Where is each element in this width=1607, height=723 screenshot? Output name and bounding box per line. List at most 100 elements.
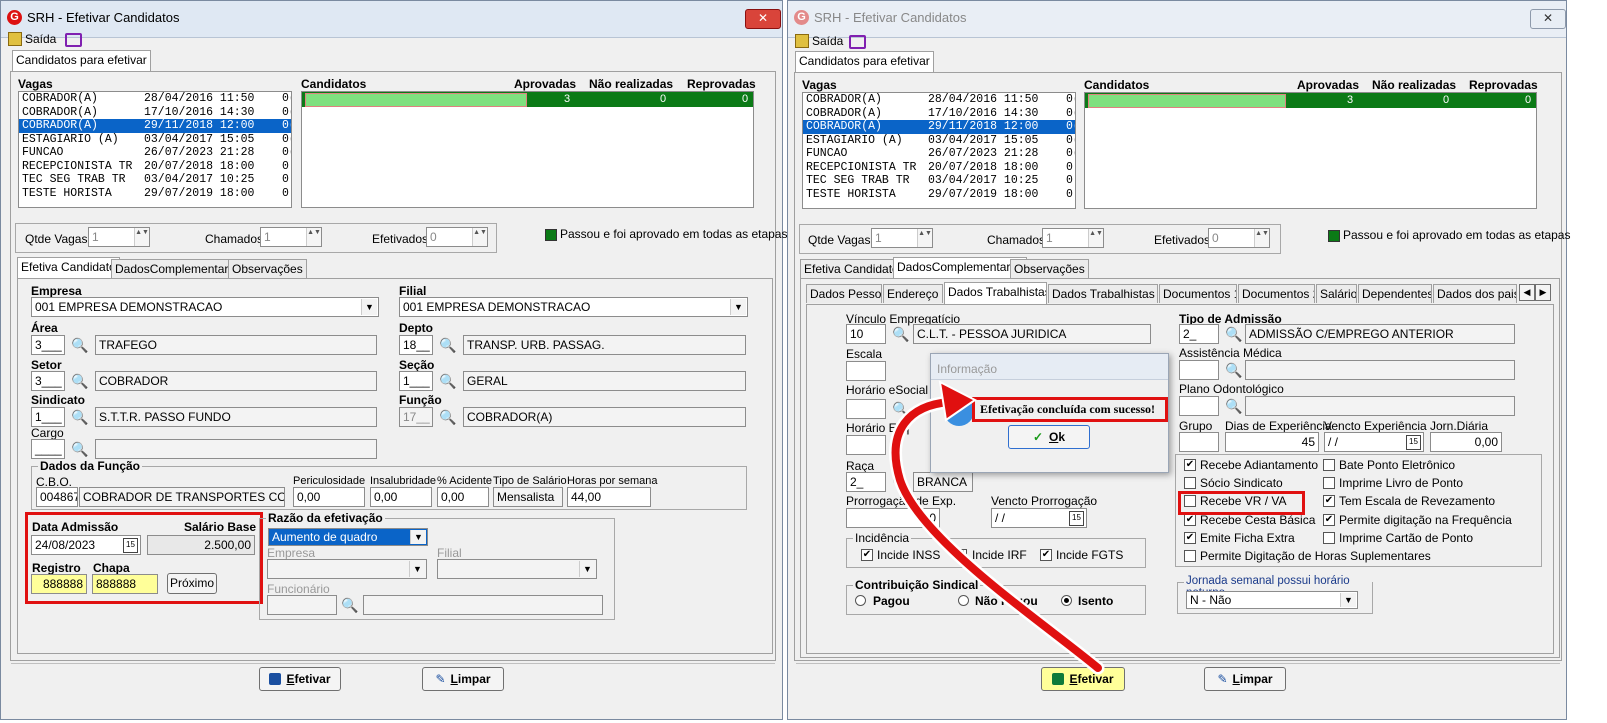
spin-icon[interactable]: ▲▼ [134,228,149,246]
subtab-1[interactable]: Endereço [883,284,943,303]
vencto-prorrogacao-field[interactable]: / / 15 [991,508,1087,528]
ok-button[interactable]: ✓ Ok [1008,425,1090,449]
list-item[interactable]: RECEPCIONISTA TR 20/07/2018 18:00 0: [19,160,291,174]
prorrogacao-field[interactable]: 0 [846,508,940,528]
acidente-field[interactable]: 0,00 [437,487,489,507]
secao-code-field[interactable]: 1___ [399,371,433,391]
flag-checkbox[interactable] [1323,532,1335,544]
close-button[interactable]: ✕ [1530,9,1566,29]
search-icon[interactable]: 🔍 [892,326,909,342]
search-icon[interactable]: 🔍 [341,597,358,613]
tab-candidatos-para-efetivar[interactable]: Candidatos para efetivar [795,51,934,73]
list-item[interactable]: COBRADOR(A) 17/10/2016 14:30 0( [19,106,291,120]
candidatos-list[interactable]: 3 0 0 [301,91,754,208]
flag-checkbox[interactable]: ✔ [1184,459,1196,471]
spin-icon[interactable]: ▲▼ [917,229,932,247]
list-item[interactable]: FUNCAO 26/07/2023 21:28 0( [19,146,291,160]
flag-checkbox[interactable] [1184,550,1196,562]
flag-checkbox[interactable]: ✔ [1184,532,1196,544]
subtab-5[interactable]: Documentos 2 [1238,284,1315,303]
list-item[interactable]: COBRADOR(A) 29/11/2018 12:00 0( [803,120,1075,134]
subtab-6[interactable]: Salário [1316,284,1357,303]
area-code-field[interactable]: 3___ [31,335,65,355]
search-icon[interactable]: 🔍 [71,337,88,353]
tab-dados-complementares[interactable]: DadosComplementares [111,259,246,278]
list-item[interactable]: COBRADOR(A) 28/04/2016 11:50 0( [19,92,291,106]
raca-code-field[interactable]: 2_ [846,472,886,492]
subtab-2[interactable]: Dados Trabalhistas [944,282,1047,304]
incide-fgts-checkbox[interactable]: ✔ [1040,549,1052,561]
nao-pagou-radio[interactable] [958,595,969,606]
search-icon[interactable]: 🔍 [439,337,456,353]
funcao-code-field[interactable]: 17__ [399,407,433,427]
pagou-radio[interactable] [855,595,866,606]
search-icon[interactable]: 🔍 [1225,362,1242,378]
search-icon[interactable]: 🔍 [439,409,456,425]
flag-checkbox[interactable] [1323,477,1335,489]
chevron-down-icon[interactable]: ▼ [1340,593,1356,607]
insalubridade-field[interactable]: 0,00 [370,487,432,507]
efetivados-field[interactable]: 0 ▲▼ [426,227,488,247]
tab-efetiva-candidato[interactable]: Efetiva Candidato [17,257,120,279]
chamados-field[interactable]: 1 ▲▼ [1042,228,1104,248]
tab-scroll-left-button[interactable]: ◀ [1519,284,1535,301]
horario-etiq-field[interactable] [846,435,886,455]
list-item[interactable]: TESTE HORISTA 29/07/2019 18:00 0: [803,188,1075,202]
monitor-icon[interactable] [849,35,866,49]
chamados-field[interactable]: 1 ▲▼ [260,227,322,247]
spin-icon[interactable]: ▲▼ [1254,229,1269,247]
efetivar-button[interactable]: Efetivar [259,667,341,691]
grupo-field[interactable] [1179,432,1219,452]
vencto-experiencia-field[interactable]: / / 15 [1324,432,1424,452]
search-icon[interactable]: 🔍 [71,409,88,425]
spin-icon[interactable]: ▲▼ [306,228,321,246]
list-item[interactable]: RECEPCIONISTA TR 20/07/2018 18:00 0: [803,161,1075,175]
close-button[interactable]: ✕ [745,9,781,29]
subtab-7[interactable]: Dependentes [1358,284,1432,303]
filial-select[interactable]: 001 EMPRESA DEMONSTRACAO ▼ [399,297,748,317]
flag-checkbox[interactable] [1184,477,1196,489]
chevron-down-icon[interactable]: ▼ [361,299,377,315]
tab-dados-complementares[interactable]: DadosComplementares [893,257,1028,279]
search-icon[interactable]: 🔍 [71,441,88,457]
search-icon[interactable]: 🔍 [892,474,909,490]
subtab-0[interactable]: Dados Pessoais [806,284,882,303]
subtab-3[interactable]: Dados Trabalhistas 2 [1048,284,1158,303]
tab-candidatos-para-efetivar[interactable]: Candidatos para efetivar [12,50,151,72]
flag-checkbox[interactable]: ✔ [1184,514,1196,526]
chevron-down-icon[interactable]: ▼ [730,299,746,315]
search-icon[interactable]: 🔍 [1225,326,1242,342]
horario-esocial-field[interactable] [846,399,886,419]
tab-observacoes[interactable]: Observações [228,259,307,278]
search-icon[interactable]: 🔍 [439,373,456,389]
vinculo-code-field[interactable]: 10 [846,324,886,344]
candidatos-list[interactable]: 3 0 0 [1084,92,1537,209]
exit-button[interactable]: Saída [812,34,843,48]
tab-observacoes[interactable]: Observações [1010,259,1089,278]
candidate-row[interactable]: 3 0 0 [1085,93,1536,108]
setor-code-field[interactable]: 3___ [31,371,65,391]
list-item[interactable]: TESTE HORISTA 29/07/2019 18:00 0: [19,187,291,201]
list-item[interactable]: TEC SEG TRAB TR 03/04/2017 10:25 0: [803,174,1075,188]
qtde-vagas-field[interactable]: 1 ▲▼ [88,227,150,247]
spin-icon[interactable]: ▲▼ [1088,229,1103,247]
efetivar-button[interactable]: Efetivar [1041,667,1125,691]
jornada-select[interactable]: N - Não ▼ [1186,591,1358,609]
subtab-4[interactable]: Documentos 1 [1159,284,1237,303]
subtab-8[interactable]: Dados dos pais d [1433,284,1517,303]
calendar-icon[interactable]: 15 [1406,435,1421,450]
flag-checkbox[interactable]: ✔ [1323,495,1335,507]
tab-efetiva-candidato[interactable]: Efetiva Candidato [800,259,903,278]
monitor-icon[interactable] [65,33,82,47]
chevron-down-icon[interactable]: ▼ [410,530,426,544]
flag-checkbox[interactable]: ✔ [1323,514,1335,526]
calendar-icon[interactable]: 15 [1069,511,1084,526]
candidate-row[interactable]: 3 0 0 [302,92,753,107]
horas-semana-field[interactable]: 44,00 [567,487,651,507]
periculosidade-field[interactable]: 0,00 [293,487,365,507]
incide-irf-checkbox[interactable]: ✔ [955,549,967,561]
flag-checkbox[interactable] [1323,459,1335,471]
incide-inss-checkbox[interactable]: ✔ [861,549,873,561]
tipo-admissao-code-field[interactable]: 2_ [1179,324,1219,344]
efetivados-field[interactable]: 0 ▲▼ [1208,228,1270,248]
